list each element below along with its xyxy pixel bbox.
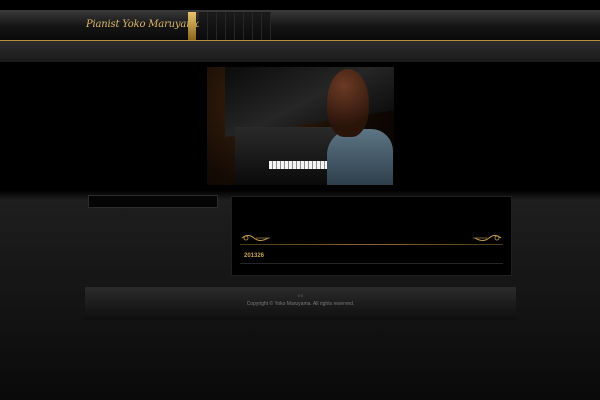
nav-item-5[interactable]	[235, 12, 244, 40]
nav-item-3[interactable]	[217, 12, 226, 40]
nav-accent	[188, 12, 196, 40]
divider	[240, 244, 503, 245]
hero-image	[207, 67, 394, 185]
nav-item-6[interactable]	[244, 12, 253, 40]
main-content-box: 201326	[231, 196, 512, 276]
site-header: Pianist Yoko Maruyama Website	[0, 10, 600, 41]
nav-item-2[interactable]	[208, 12, 217, 40]
post-title[interactable]: 201326	[244, 253, 264, 259]
footer-small-text: © ©	[297, 294, 304, 298]
sub-header-bar	[0, 41, 600, 62]
site-footer: © © Copyright © Yoko Maruyama. All right…	[85, 287, 516, 320]
copyright-text: Copyright © Yoko Maruyama. All rights re…	[246, 301, 355, 307]
nav-item-4[interactable]	[226, 12, 235, 40]
ornament-right-icon	[473, 235, 502, 241]
nav-item-8[interactable]	[262, 12, 271, 40]
nav-item-1[interactable]	[199, 12, 208, 40]
pianist-hair	[327, 69, 369, 137]
ornament-left-icon	[241, 235, 270, 241]
nav-item-7[interactable]	[253, 12, 262, 40]
divider	[240, 263, 503, 264]
sidebar-box	[88, 195, 218, 208]
pianist-figure	[327, 129, 393, 185]
main-nav	[199, 12, 271, 40]
